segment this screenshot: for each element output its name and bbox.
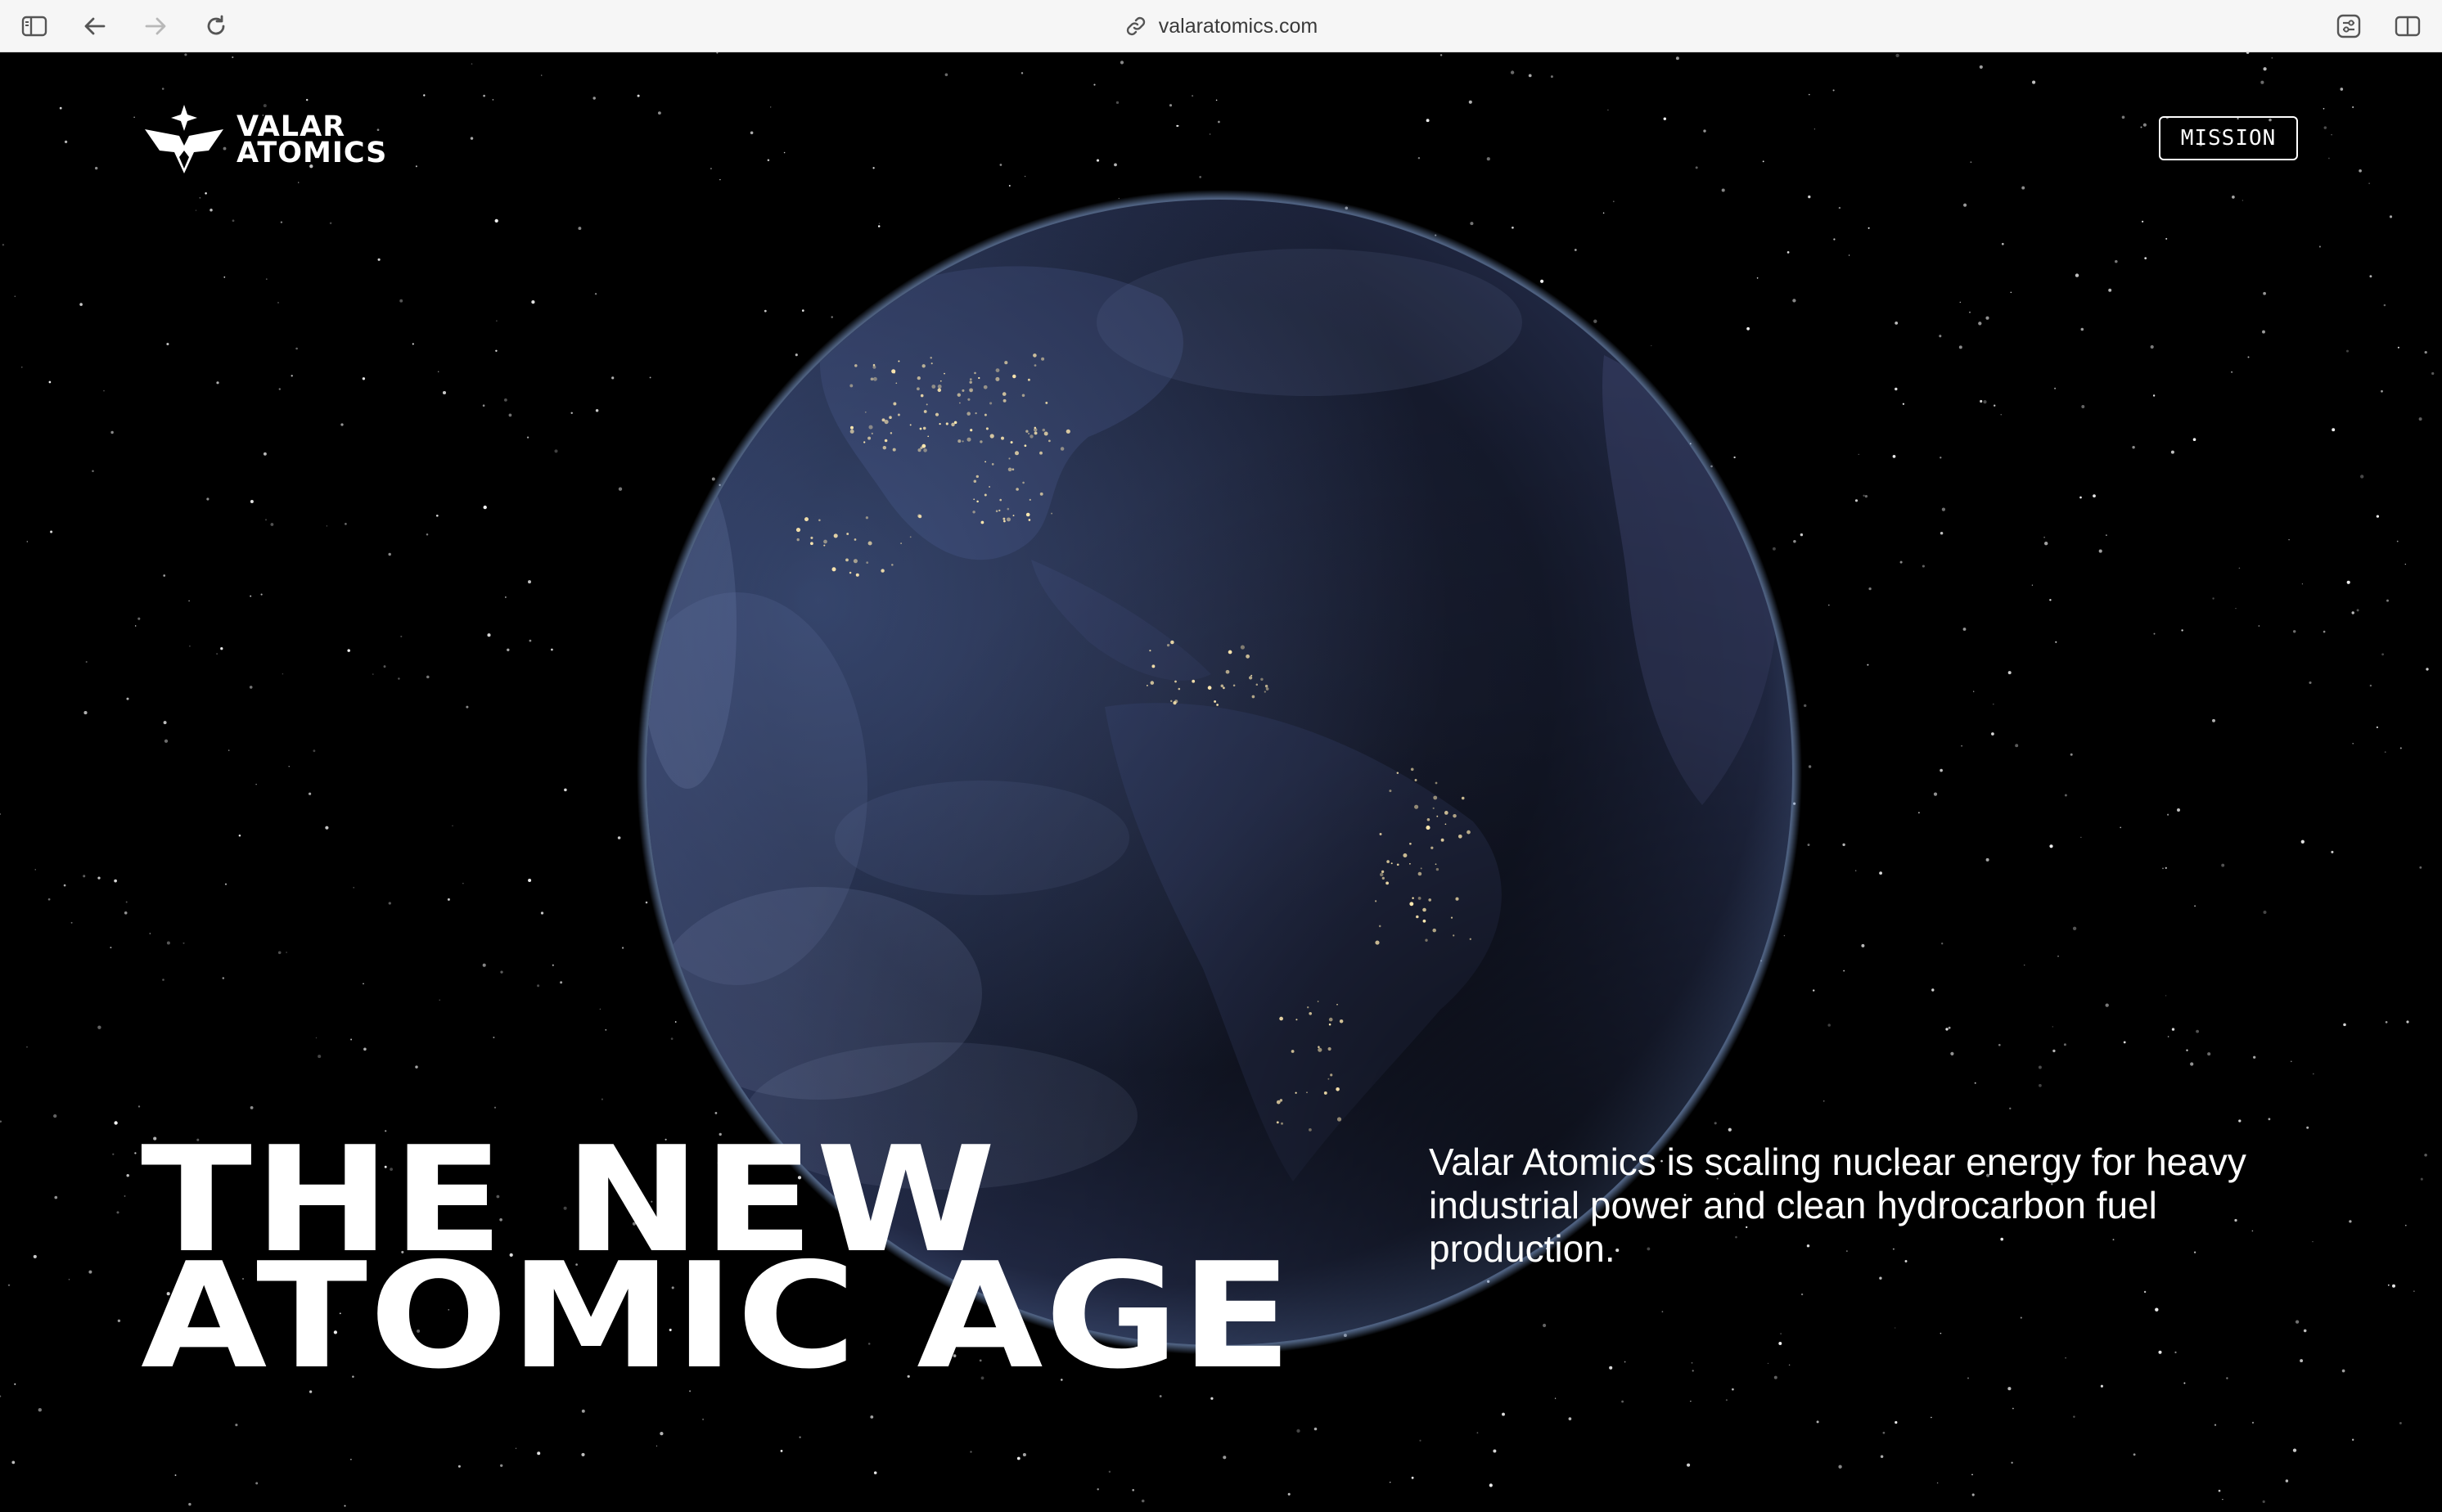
link-icon — [1124, 15, 1147, 38]
logo-star-icon — [145, 105, 223, 173]
reload-icon[interactable] — [200, 10, 232, 43]
extension-icon[interactable] — [2332, 10, 2365, 43]
url-text[interactable]: valaratomics.com — [1159, 15, 1318, 38]
logo-line-2: ATOMICS — [237, 137, 388, 169]
browser-toolbar: valaratomics.com — [0, 0, 2442, 52]
sidebar-icon[interactable] — [18, 10, 51, 43]
logo[interactable]: VALAR ATOMICS — [143, 103, 387, 177]
address-bar: valaratomics.com — [0, 0, 2442, 52]
hero-headline: THE NEW ATOMIC AGE — [141, 1127, 1295, 1401]
headline-line-2: ATOMIC AGE — [141, 1231, 1295, 1401]
hero-section: VALAR ATOMICS MISSION THE NEW ATOMIC AGE… — [0, 52, 2442, 1512]
arrow-right-icon[interactable] — [139, 10, 172, 43]
arrow-left-icon[interactable] — [79, 10, 111, 43]
mission-button[interactable]: MISSION — [2159, 116, 2298, 160]
hero-tagline: Valar Atomics is scaling nuclear energy … — [1429, 1141, 2246, 1270]
split-view-icon[interactable] — [2391, 10, 2424, 43]
logo-wordmark: VALAR ATOMICS — [237, 113, 388, 169]
